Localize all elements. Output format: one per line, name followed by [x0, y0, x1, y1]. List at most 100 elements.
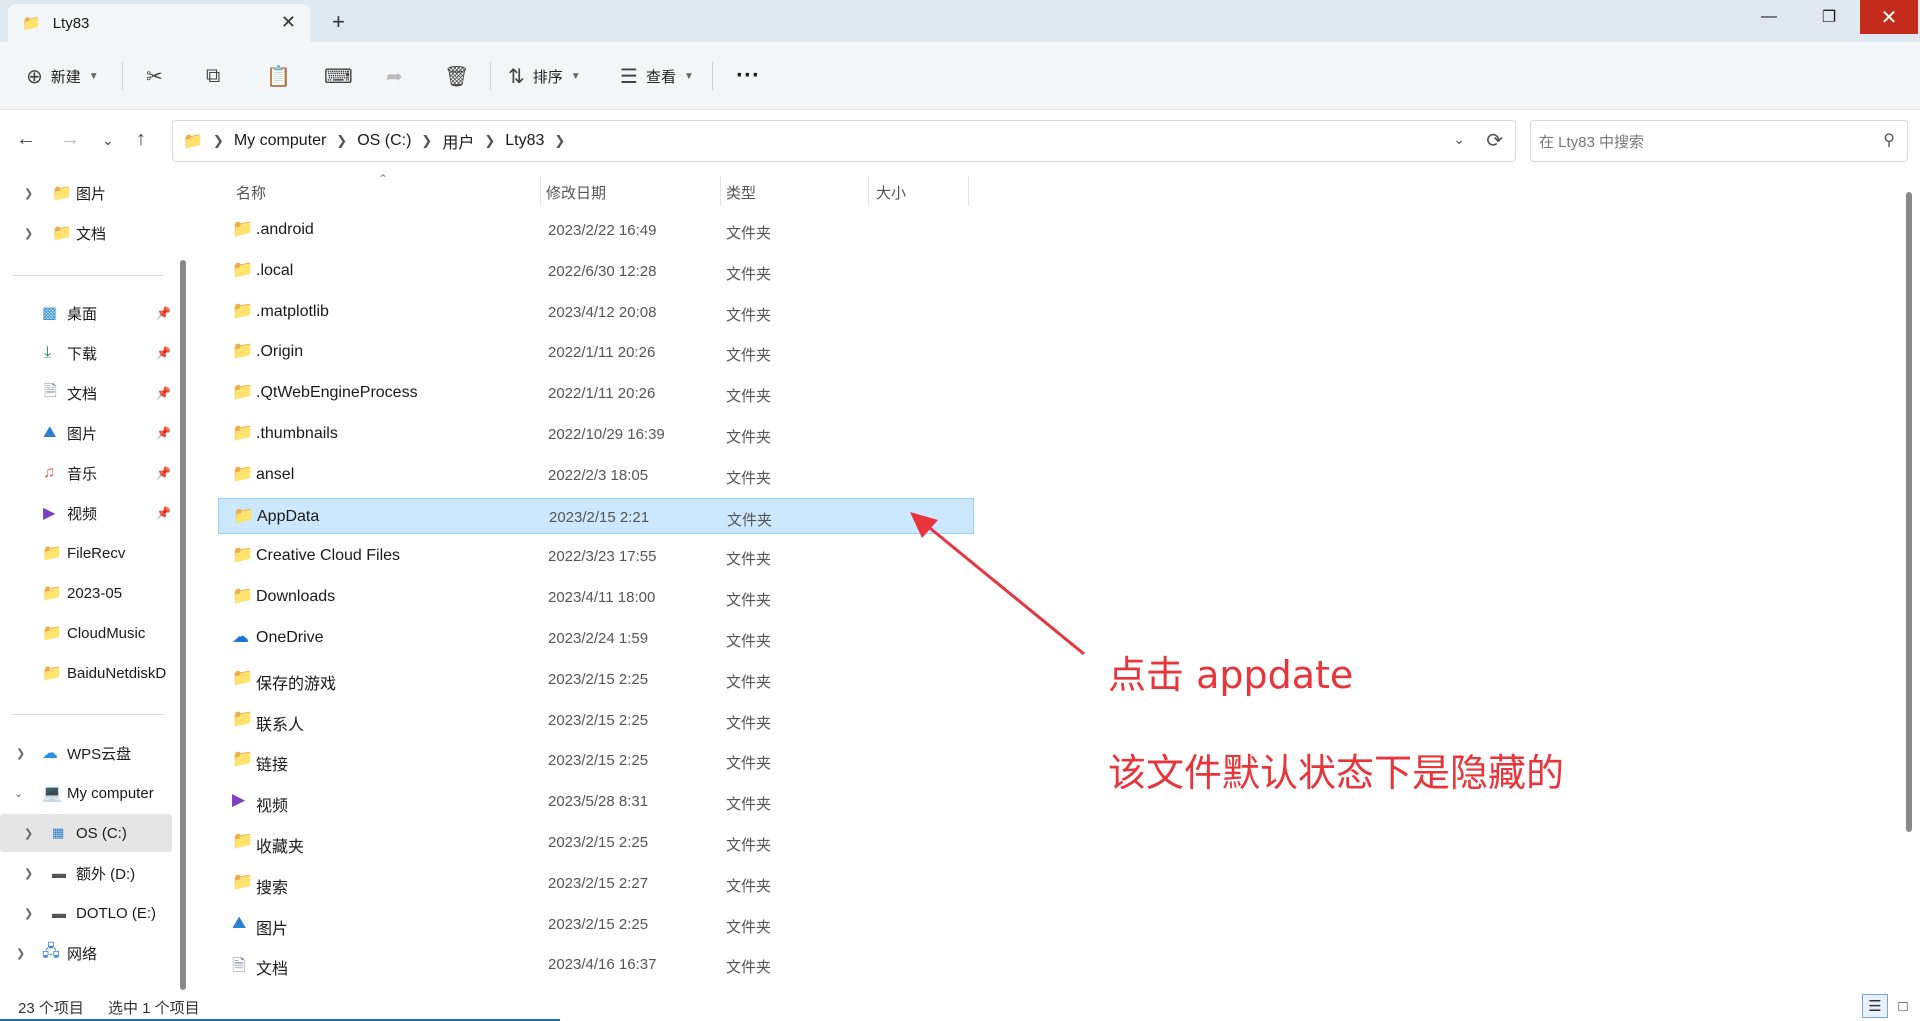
table-row[interactable]: ▶ 视频 2023/5/28 8:31 文件夹: [218, 783, 974, 819]
tab-lty83[interactable]: 📁 Lty83 ✕: [8, 4, 310, 42]
address-dropdown-chevron-icon[interactable]: ⌄: [1453, 131, 1465, 148]
table-row[interactable]: 📁 保存的游戏 2023/2/15 2:25 文件夹: [218, 661, 974, 697]
chevron-right-icon[interactable]: ❯: [421, 133, 432, 149]
column-header-date[interactable]: 修改日期: [546, 182, 606, 203]
sort-button[interactable]: ⇅ 排序 ▼: [508, 56, 581, 96]
pin-icon[interactable]: 📌: [156, 386, 171, 400]
sidebar-item-os-c[interactable]: ❯ ▦ OS (C:): [0, 814, 172, 852]
table-row[interactable]: 📁 Downloads 2023/4/11 18:00 文件夹: [218, 579, 974, 615]
details-view-icon[interactable]: ☰: [1862, 994, 1888, 1018]
sidebar-item-drive-e[interactable]: ❯ ▬ DOTLO (E:): [0, 894, 172, 932]
restore-button[interactable]: ❐: [1800, 0, 1858, 34]
recent-locations-chevron-icon[interactable]: ⌄: [102, 132, 114, 149]
new-tab-button[interactable]: +: [332, 9, 345, 35]
cut-button[interactable]: ✂: [146, 56, 163, 96]
table-row[interactable]: 📁 .thumbnails 2022/10/29 16:39 文件夹: [218, 416, 974, 452]
sidebar-item-pictures[interactable]: ❯ 📁 图片: [0, 174, 172, 212]
more-options-button[interactable]: ···: [736, 56, 760, 96]
search-input[interactable]: 在 Lty83 中搜索 ⚲: [1530, 120, 1908, 162]
address-bar[interactable]: 📁 ❯ My computer ❯ OS (C:) ❯ 用户 ❯ Lty83 ❯…: [172, 120, 1516, 162]
column-divider[interactable]: [720, 176, 721, 206]
table-row[interactable]: 📁 收藏夹 2023/2/15 2:25 文件夹: [218, 824, 974, 860]
column-divider[interactable]: [540, 176, 541, 206]
column-divider[interactable]: [868, 176, 869, 206]
chevron-right-icon[interactable]: ❯: [24, 827, 33, 840]
rename-button[interactable]: ⌨: [324, 56, 353, 96]
chevron-right-icon[interactable]: ❯: [336, 133, 347, 149]
forward-arrow-icon[interactable]: →: [60, 128, 80, 151]
table-row[interactable]: 📁 ansel 2022/2/3 18:05 文件夹: [218, 457, 974, 493]
paste-button[interactable]: 📋: [266, 56, 291, 96]
chevron-right-icon[interactable]: ❯: [213, 133, 224, 149]
sidebar-item-label: 图片: [67, 425, 98, 443]
up-arrow-icon[interactable]: ↑: [136, 128, 146, 151]
sidebar-item-documents-quick[interactable]: 🗎 文档 📌: [0, 374, 172, 412]
table-row[interactable]: 📁 链接 2023/2/15 2:25 文件夹: [218, 742, 974, 778]
table-row[interactable]: ⛰ 图片 2023/2/15 2:25 文件夹: [218, 906, 974, 942]
sidebar-item-wps-cloud[interactable]: ❯ ☁ WPS云盘: [0, 734, 172, 772]
delete-button[interactable]: 🗑: [444, 56, 469, 96]
pin-icon[interactable]: 📌: [156, 346, 171, 360]
table-row[interactable]: ☁ OneDrive 2023/2/24 1:59 文件夹: [218, 620, 974, 656]
search-icon[interactable]: ⚲: [1883, 130, 1895, 150]
minimize-button[interactable]: —: [1740, 0, 1798, 34]
sidebar-item-2023-05[interactable]: 📁 2023-05: [0, 574, 172, 612]
back-arrow-icon[interactable]: ←: [16, 128, 36, 151]
sidebar-item-drive-d[interactable]: ❯ ▬ 额外 (D:): [0, 854, 172, 892]
document-icon: 🗎: [44, 382, 57, 400]
sidebar-item-baidunetdisk[interactable]: 📁 BaiduNetdiskD: [0, 654, 172, 692]
copy-button[interactable]: ⧉: [206, 56, 220, 96]
close-button[interactable]: ✕: [1860, 0, 1918, 34]
column-header-name[interactable]: 名称: [236, 182, 266, 203]
sidebar-item-videos[interactable]: ▶ 视频 📌: [0, 494, 172, 532]
pin-icon[interactable]: 📌: [156, 426, 171, 440]
breadcrumb-users[interactable]: 用户: [442, 129, 474, 153]
sidebar-item-filerecv[interactable]: 📁 FileRecv: [0, 534, 172, 572]
chevron-right-icon[interactable]: ❯: [24, 867, 33, 880]
table-row[interactable]: 📁 AppData 2023/2/15 2:21 文件夹: [218, 497, 974, 534]
sidebar-item-documents[interactable]: ❯ 📁 文档: [0, 214, 172, 252]
chevron-right-icon[interactable]: ❯: [16, 947, 25, 960]
table-row[interactable]: 📁 Creative Cloud Files 2022/3/23 17:55 文件夹: [218, 538, 974, 574]
table-row[interactable]: 📁 搜索 2023/2/15 2:27 文件夹: [218, 865, 974, 901]
new-button[interactable]: ⊕ 新建 ▼: [26, 56, 99, 96]
large-icons-view-icon[interactable]: □: [1890, 994, 1916, 1018]
sidebar-item-network[interactable]: ❯ 🖧 网络: [0, 934, 172, 972]
table-row[interactable]: 📁 .android 2023/2/22 16:49 文件夹: [218, 212, 974, 248]
chevron-right-icon[interactable]: ❯: [16, 747, 25, 760]
sidebar-item-desktop[interactable]: ▩ 桌面 📌: [0, 294, 172, 332]
pin-icon[interactable]: 📌: [156, 506, 171, 520]
view-button[interactable]: ☰ 查看 ▼: [620, 56, 694, 96]
sidebar-scrollbar[interactable]: [180, 260, 186, 990]
column-header-size[interactable]: 大小: [876, 182, 906, 203]
refresh-icon[interactable]: ⟳: [1486, 128, 1503, 153]
breadcrumb-os-c[interactable]: OS (C:): [357, 132, 411, 150]
sidebar-item-my-computer[interactable]: ⌄ 💻 My computer: [0, 774, 172, 812]
chevron-down-icon[interactable]: ⌄: [14, 787, 23, 800]
sidebar-item-label: OS (C:): [76, 824, 127, 842]
table-row[interactable]: 📁 .matplotlib 2023/4/12 20:08 文件夹: [218, 294, 974, 330]
table-row[interactable]: 📁 .local 2022/6/30 12:28 文件夹: [218, 253, 974, 289]
sidebar-item-downloads[interactable]: ⤓ 下载 📌: [0, 334, 172, 372]
sidebar-item-cloudmusic[interactable]: 📁 CloudMusic: [0, 614, 172, 652]
table-row[interactable]: 📁 .Origin 2022/1/11 20:26 文件夹: [218, 334, 974, 370]
sidebar-item-music[interactable]: ♫ 音乐 📌: [0, 454, 172, 492]
chevron-right-icon[interactable]: ❯: [24, 187, 33, 200]
breadcrumb-lty83[interactable]: Lty83: [505, 132, 544, 150]
column-header-type[interactable]: 类型: [726, 182, 756, 203]
table-row[interactable]: 📁 联系人 2023/2/15 2:25 文件夹: [218, 702, 974, 738]
chevron-right-icon[interactable]: ❯: [24, 907, 33, 920]
chevron-right-icon[interactable]: ❯: [554, 133, 565, 149]
table-row[interactable]: 🗎 文档 2023/4/16 16:37 文件夹: [218, 946, 974, 982]
share-button[interactable]: ➦: [386, 56, 403, 96]
chevron-right-icon[interactable]: ❯: [24, 227, 33, 240]
file-list-scrollbar[interactable]: [1906, 192, 1912, 832]
column-divider[interactable]: [968, 176, 969, 206]
chevron-right-icon[interactable]: ❯: [484, 133, 495, 149]
pin-icon[interactable]: 📌: [156, 306, 171, 320]
tab-close-icon[interactable]: ✕: [281, 12, 296, 33]
table-row[interactable]: 📁 .QtWebEngineProcess 2022/1/11 20:26 文件夹: [218, 375, 974, 411]
pin-icon[interactable]: 📌: [156, 466, 171, 480]
sidebar-item-pictures-quick[interactable]: ⛰ 图片 📌: [0, 414, 172, 452]
breadcrumb-my-computer[interactable]: My computer: [234, 132, 326, 150]
